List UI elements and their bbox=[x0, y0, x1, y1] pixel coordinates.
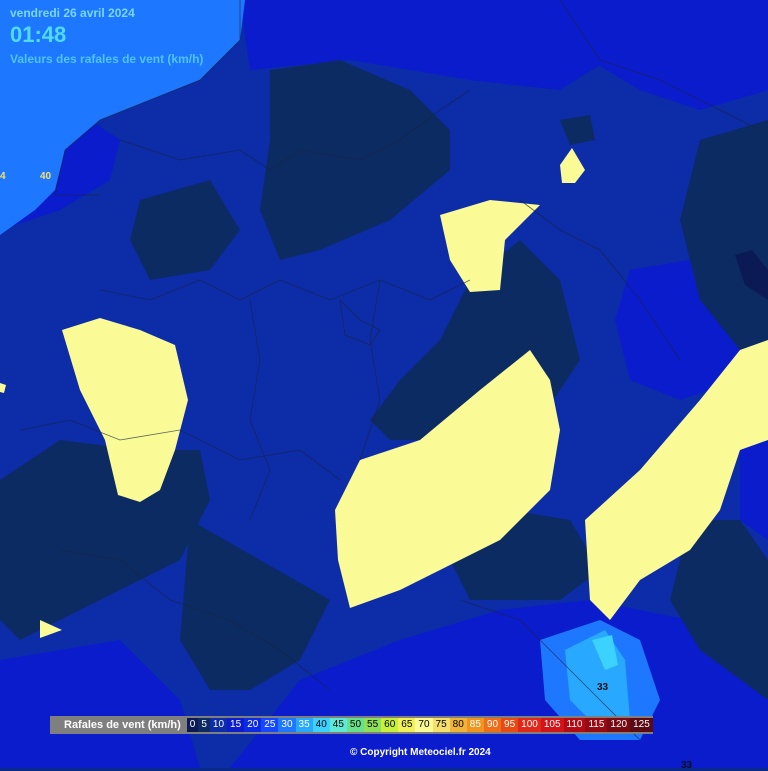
legend-cell-85: 85 bbox=[466, 718, 484, 732]
legend-cell-50: 50 bbox=[346, 718, 365, 732]
legend-cell-5: 5 bbox=[198, 718, 210, 732]
legend-cell-75: 75 bbox=[432, 718, 450, 732]
legend-cell-0: 0 bbox=[186, 718, 199, 732]
copyright-text: © Copyright Meteociel.fr 2024 bbox=[350, 747, 491, 758]
wind-gust-map bbox=[0, 0, 768, 768]
legend-cell-100: 100 bbox=[518, 718, 541, 732]
legend-cell-95: 95 bbox=[501, 718, 519, 732]
legend-cell-110: 110 bbox=[563, 718, 586, 732]
legend-cell-55: 55 bbox=[364, 718, 382, 732]
value-label-left-edge: 4 bbox=[0, 171, 6, 182]
legend-cell-40: 40 bbox=[312, 718, 330, 732]
legend-cell-35: 35 bbox=[295, 718, 313, 732]
legend-title: Rafales de vent (km/h) bbox=[64, 719, 181, 731]
legend-cell-15: 15 bbox=[227, 718, 245, 732]
legend-cell-60: 60 bbox=[381, 718, 399, 732]
time-label: 01:48 bbox=[10, 22, 67, 47]
legend-cell-125: 125 bbox=[630, 718, 653, 732]
color-legend: Rafales de vent (km/h) 0 5 10 15 20 25 30 35 40 4… bbox=[50, 716, 653, 734]
legend-scale: 0 5 10 15 20 25 30 35 40 45 50 55 60 65 70 75 80 85 90 95 10… bbox=[186, 718, 653, 732]
legend-cell-30: 30 bbox=[278, 718, 296, 732]
legend-cell-65: 65 bbox=[398, 718, 416, 732]
legend-cell-80: 80 bbox=[449, 718, 467, 732]
legend-cell-90: 90 bbox=[483, 718, 502, 732]
legend-cell-105: 105 bbox=[540, 718, 564, 732]
legend-cell-20: 20 bbox=[244, 718, 262, 732]
legend-cell-45: 45 bbox=[329, 718, 347, 732]
date-label: vendredi 26 avril 2024 bbox=[10, 6, 135, 20]
legend-cell-70: 70 bbox=[415, 718, 433, 732]
value-label-bottom: 33 bbox=[681, 760, 693, 771]
legend-cell-25: 25 bbox=[261, 718, 279, 732]
legend-cell-115: 115 bbox=[585, 718, 608, 732]
legend-cell-10: 10 bbox=[209, 718, 228, 732]
legend-cell-120: 120 bbox=[607, 718, 631, 732]
value-label-south: 33 bbox=[597, 682, 609, 693]
value-label-coast: 40 bbox=[40, 171, 52, 182]
map-subtitle: Valeurs des rafales de vent (km/h) bbox=[10, 52, 204, 66]
